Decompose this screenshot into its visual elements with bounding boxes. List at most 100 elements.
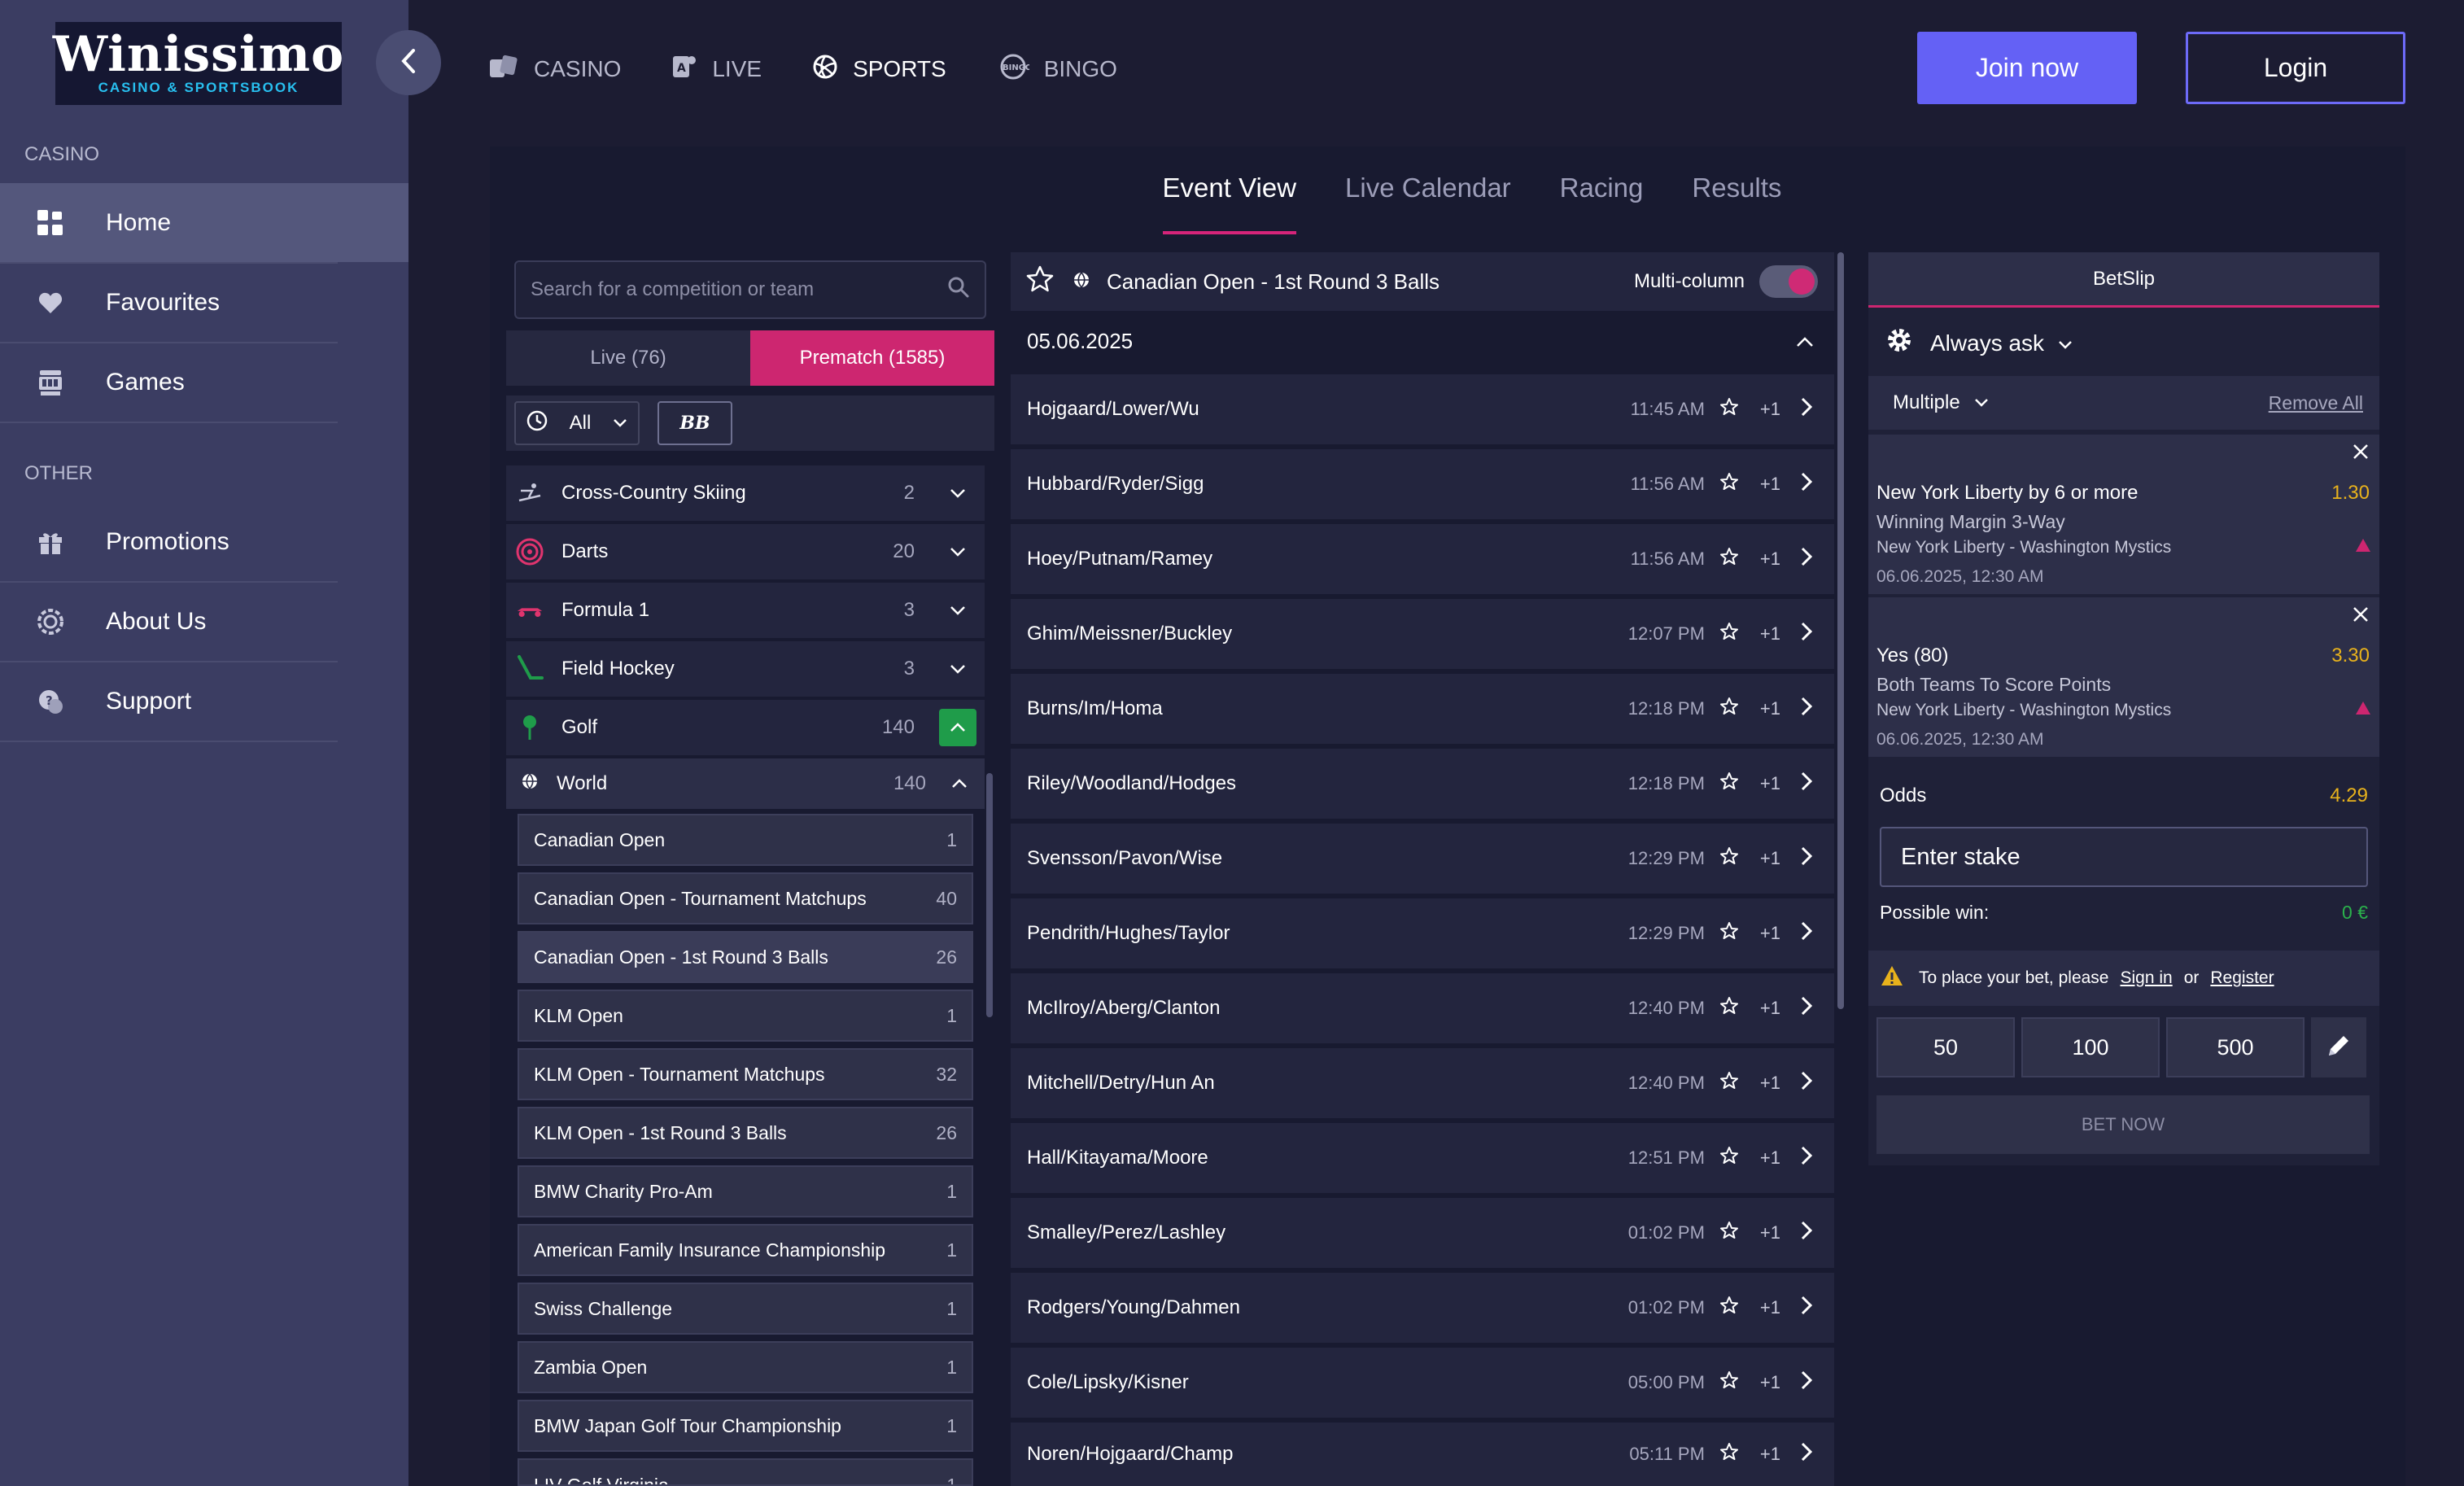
sidebar-item-home[interactable]: Home <box>0 183 408 262</box>
event-row[interactable]: Cole/Lipsky/Kisner 05:00 PM +1 <box>1011 1348 1834 1418</box>
competition-item[interactable]: Canadian Open 1 <box>518 814 973 866</box>
search-input[interactable]: Search for a competition or team <box>514 260 986 319</box>
bet-type-dropdown[interactable]: Multiple <box>1893 391 1990 414</box>
competition-item[interactable]: KLM Open - Tournament Matchups 32 <box>518 1048 973 1100</box>
edit-quick-stakes-button[interactable] <box>2311 1017 2366 1077</box>
sport-item[interactable]: Field Hockey 3 <box>506 641 985 697</box>
chevron-right-icon[interactable] <box>1800 1145 1813 1172</box>
sidebar-item-support[interactable]: ? Support <box>0 662 408 741</box>
nav-casino[interactable]: CASINO <box>488 55 621 85</box>
star-icon[interactable] <box>1719 1071 1739 1096</box>
chevron-right-icon[interactable] <box>1800 1295 1813 1322</box>
competition-item[interactable]: BMW Charity Pro-Am 1 <box>518 1165 973 1217</box>
star-icon[interactable] <box>1719 921 1739 946</box>
chevron-right-icon[interactable] <box>1800 995 1813 1022</box>
tab-live[interactable]: Live (76) <box>506 330 750 386</box>
join-now-button[interactable]: Join now <box>1917 32 2137 104</box>
competition-item[interactable]: Canadian Open - 1st Round 3 Balls 26 <box>518 931 973 983</box>
star-icon[interactable] <box>1719 771 1739 797</box>
competition-item[interactable]: Swiss Challenge 1 <box>518 1283 973 1335</box>
competition-item[interactable]: American Family Insurance Championship 1 <box>518 1224 973 1276</box>
chevron-down-icon[interactable] <box>939 592 976 629</box>
odds-change-setting[interactable]: Always ask <box>1885 326 2073 361</box>
time-filter-dropdown[interactable]: All <box>514 401 640 445</box>
event-row[interactable]: Ghim/Meissner/Buckley 12:07 PM +1 <box>1011 599 1834 669</box>
close-icon[interactable] <box>2352 605 2370 627</box>
event-row[interactable]: McIlroy/Aberg/Clanton 12:40 PM +1 <box>1011 973 1834 1043</box>
tab-event-view[interactable]: Event View <box>1162 146 1297 234</box>
star-icon[interactable] <box>1719 472 1739 497</box>
event-row[interactable]: Hojgaard/Lower/Wu 11:45 AM +1 <box>1011 374 1834 444</box>
star-icon[interactable] <box>1719 996 1739 1021</box>
sidebar-item-favourites[interactable]: Favourites <box>0 263 408 342</box>
sidebar-item-about-us[interactable]: About Us <box>0 582 408 661</box>
chevron-right-icon[interactable] <box>1800 696 1813 723</box>
star-icon[interactable] <box>1719 397 1739 422</box>
nav-sports[interactable]: SPORTS <box>812 54 946 85</box>
chevron-right-icon[interactable] <box>1800 1370 1813 1396</box>
quick-stake-button[interactable]: 500 <box>2166 1017 2305 1077</box>
star-icon[interactable] <box>1719 1370 1739 1396</box>
sport-item[interactable]: Cross-Country Skiing 2 <box>506 465 985 521</box>
star-icon[interactable] <box>1719 1146 1739 1171</box>
register-link[interactable]: Register <box>2210 968 2274 988</box>
tab-live-calendar[interactable]: Live Calendar <box>1345 146 1511 234</box>
chevron-right-icon[interactable] <box>1800 1220 1813 1247</box>
remove-all-link[interactable]: Remove All <box>2269 392 2363 414</box>
bet-now-button[interactable]: BET NOW <box>1876 1095 2370 1154</box>
stake-input[interactable]: Enter stake <box>1880 827 2368 887</box>
event-row[interactable]: Burns/Im/Homa 12:18 PM +1 <box>1011 674 1834 744</box>
chevron-right-icon[interactable] <box>1800 1441 1813 1468</box>
chevron-right-icon[interactable] <box>1800 621 1813 648</box>
star-icon[interactable] <box>1719 697 1739 722</box>
star-icon[interactable] <box>1719 1296 1739 1321</box>
sport-item[interactable]: Darts 20 <box>506 524 985 579</box>
chevron-right-icon[interactable] <box>1800 1070 1813 1097</box>
nav-bingo[interactable]: BINGO BINGO <box>997 54 1117 85</box>
login-button[interactable]: Login <box>2186 32 2405 104</box>
chevron-right-icon[interactable] <box>1800 396 1813 423</box>
chevron-right-icon[interactable] <box>1800 546 1813 573</box>
sidebar-item-games[interactable]: Games <box>0 343 408 422</box>
star-icon[interactable] <box>1025 264 1055 299</box>
chevron-right-icon[interactable] <box>1800 846 1813 872</box>
tab-results[interactable]: Results <box>1692 146 1781 234</box>
brand-logo[interactable]: Winissimo CASINO & SPORTSBOOK <box>53 22 343 105</box>
sign-in-link[interactable]: Sign in <box>2120 968 2172 988</box>
event-row[interactable]: Hubbard/Ryder/Sigg 11:56 AM +1 <box>1011 449 1834 519</box>
chevron-down-icon[interactable] <box>939 474 976 512</box>
tab-racing[interactable]: Racing <box>1560 146 1644 234</box>
chevron-right-icon[interactable] <box>1800 920 1813 947</box>
event-row[interactable]: Hoey/Putnam/Ramey 11:56 AM +1 <box>1011 524 1834 594</box>
event-row[interactable]: Rodgers/Young/Dahmen 01:02 PM +1 <box>1011 1273 1834 1343</box>
competition-item[interactable]: Zambia Open 1 <box>518 1341 973 1393</box>
event-row[interactable]: Mitchell/Detry/Hun An 12:40 PM +1 <box>1011 1048 1834 1118</box>
chevron-right-icon[interactable] <box>1800 771 1813 798</box>
event-row[interactable]: Riley/Woodland/Hodges 12:18 PM +1 <box>1011 749 1834 819</box>
quick-stake-button[interactable]: 50 <box>1876 1017 2015 1077</box>
chevron-down-icon[interactable] <box>939 533 976 570</box>
bet-builder-filter[interactable]: BB <box>658 401 732 445</box>
events-scrollbar[interactable] <box>1837 252 1844 1009</box>
close-icon[interactable] <box>2352 443 2370 465</box>
chevron-right-icon[interactable] <box>1800 471 1813 498</box>
star-icon[interactable] <box>1719 1221 1739 1246</box>
competition-item[interactable]: KLM Open 1 <box>518 990 973 1042</box>
event-row[interactable]: Svensson/Pavon/Wise 12:29 PM +1 <box>1011 824 1834 894</box>
collapse-sidebar-button[interactable] <box>376 30 441 95</box>
sport-item[interactable]: Golf 140 <box>506 700 985 755</box>
competition-item[interactable]: Canadian Open - Tournament Matchups 40 <box>518 872 973 924</box>
event-row[interactable]: Hall/Kitayama/Moore 12:51 PM +1 <box>1011 1123 1834 1193</box>
event-row[interactable]: Noren/Hojgaard/Champ 05:11 PM +1 <box>1011 1423 1834 1486</box>
betslip-title[interactable]: BetSlip <box>1868 252 2379 308</box>
star-icon[interactable] <box>1719 547 1739 572</box>
sport-item[interactable]: Formula 1 3 <box>506 583 985 638</box>
star-icon[interactable] <box>1719 1442 1739 1467</box>
star-icon[interactable] <box>1719 622 1739 647</box>
tab-prematch[interactable]: Prematch (1585) <box>750 330 994 386</box>
event-row[interactable]: Pendrith/Hughes/Taylor 12:29 PM +1 <box>1011 898 1834 968</box>
competition-item[interactable]: BMW Japan Golf Tour Championship 1 <box>518 1400 973 1452</box>
competition-item[interactable]: KLM Open - 1st Round 3 Balls 26 <box>518 1107 973 1159</box>
quick-stake-button[interactable]: 100 <box>2021 1017 2160 1077</box>
sidebar-item-promotions[interactable]: Promotions <box>0 502 408 581</box>
